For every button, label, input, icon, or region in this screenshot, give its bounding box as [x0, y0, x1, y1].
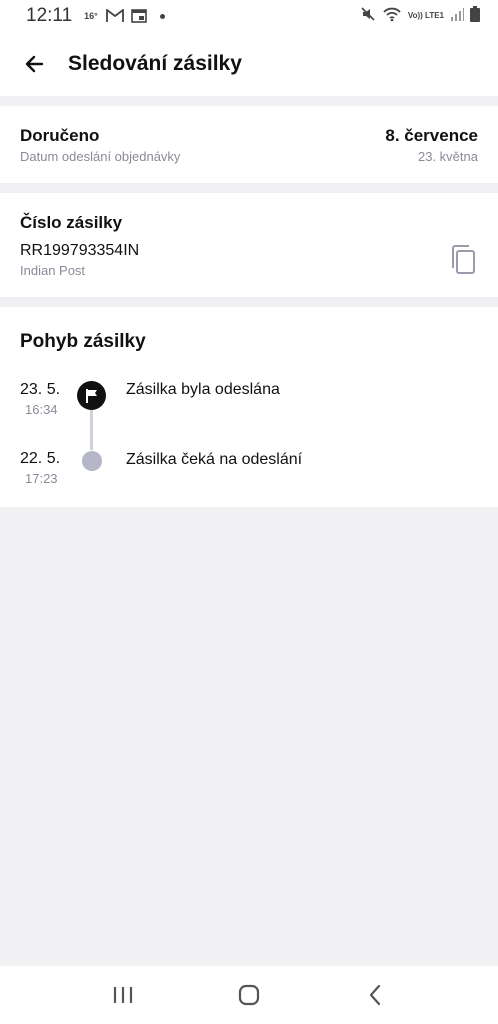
back-icon — [369, 984, 381, 1006]
gmail-icon — [105, 9, 124, 23]
shipment-heading: Číslo zásilky — [20, 213, 123, 232]
app-bar: Sledování zásilky — [0, 32, 498, 96]
system-nav-bar — [0, 966, 498, 1024]
copy-icon — [452, 245, 475, 274]
delivery-status-card: Doručeno Datum odeslání objednávky 8. če… — [0, 106, 498, 183]
event-time: 16:34 — [25, 402, 58, 417]
back-button[interactable] — [14, 44, 54, 84]
copy-button[interactable] — [448, 243, 478, 277]
timeline-connector — [90, 410, 93, 450]
home-button[interactable] — [219, 973, 279, 1017]
home-icon — [238, 984, 260, 1006]
event-text: Zásilka čeká na odeslání — [126, 451, 303, 468]
event-date: 23. 5. — [20, 381, 61, 398]
arrow-back-icon — [25, 55, 44, 73]
shipment-number-card: Číslo zásilky RR199793354IN Indian Post — [0, 193, 498, 297]
signal-icon — [450, 6, 464, 27]
delivery-date: 8. července — [385, 126, 478, 145]
tracking-number[interactable]: RR199793354IN — [20, 242, 139, 260]
calendar-icon — [130, 9, 147, 23]
movement-heading: Pohyb zásilky — [20, 331, 146, 352]
carrier-name: Indian Post — [20, 263, 86, 278]
shipment-movement-card: Pohyb zásilky 23. 5. 16:34 Zásilka byla … — [0, 307, 498, 507]
battery-icon — [470, 5, 480, 27]
notification-dot-icon — [159, 13, 165, 19]
mute-icon — [360, 6, 376, 27]
event-time: 17:23 — [25, 471, 58, 486]
delivery-date-sub: 23. května — [418, 149, 478, 164]
pending-dot-icon — [82, 451, 102, 471]
page-title: Sledování zásilky — [68, 52, 242, 75]
status-bar: 12:11 16° Vo)) LTE1 — [0, 0, 498, 32]
status-time: 12:11 — [26, 5, 73, 26]
delivery-status: Doručeno — [20, 126, 100, 145]
status-temp: 16° — [84, 11, 98, 21]
nav-back-button[interactable] — [345, 973, 405, 1017]
volte-icon: Vo)) LTE1 — [407, 11, 444, 20]
recent-apps-button[interactable] — [93, 973, 153, 1017]
recent-apps-icon — [113, 987, 133, 1003]
wifi-icon — [382, 6, 402, 27]
event-text: Zásilka byla odeslána — [126, 381, 280, 398]
flag-icon — [77, 381, 106, 410]
delivery-status-sub: Datum odeslání objednávky — [20, 149, 181, 164]
event-date: 22. 5. — [20, 450, 61, 467]
